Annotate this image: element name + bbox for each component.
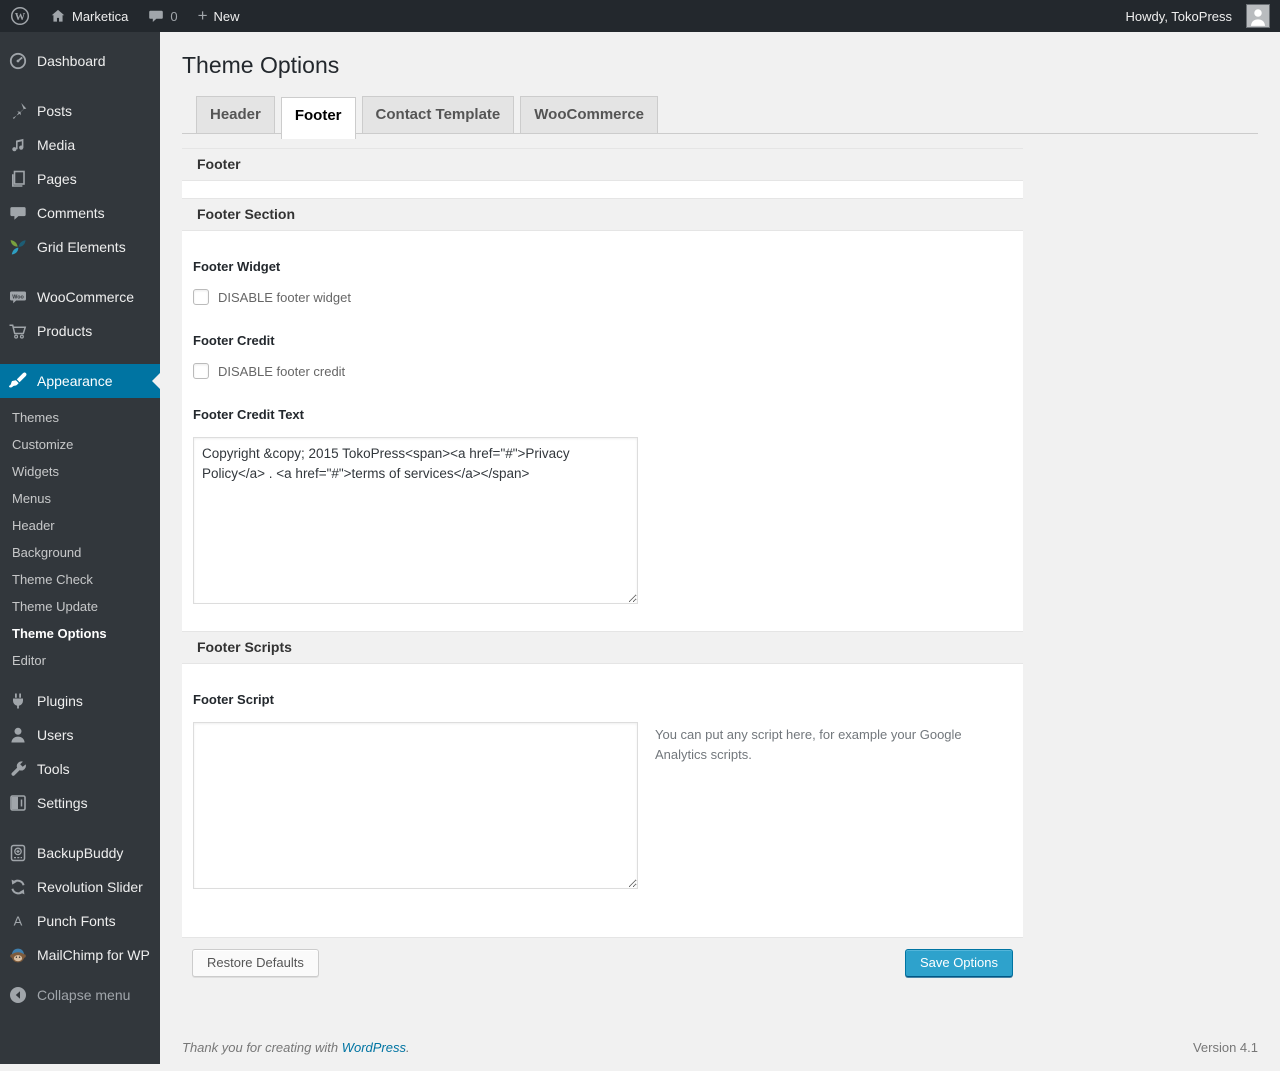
revolution-slider-icon — [8, 877, 28, 897]
sidebar-item-posts[interactable]: Posts — [0, 94, 160, 128]
disable-footer-widget-text: DISABLE footer widget — [218, 289, 351, 305]
mailchimp-icon — [8, 945, 28, 965]
save-options-button[interactable]: Save Options — [904, 949, 1013, 977]
disable-footer-credit-text: DISABLE footer credit — [218, 363, 346, 379]
cart-icon — [8, 321, 28, 341]
sidebar-item-media[interactable]: Media — [0, 128, 160, 162]
svg-text:Woo: Woo — [12, 294, 24, 300]
sidebar-item-comments[interactable]: Comments — [0, 196, 160, 230]
wp-logo-menu[interactable]: W — [0, 0, 40, 32]
svg-text:W: W — [15, 12, 26, 23]
sidebar-item-tools[interactable]: Tools — [0, 752, 160, 786]
restore-defaults-button[interactable]: Restore Defaults — [192, 949, 319, 977]
appearance-submenu: Themes Customize Widgets Menus Header Ba… — [0, 398, 160, 684]
howdy-label: Howdy, TokoPress — [1125, 8, 1232, 24]
sidebar-item-grid-elements[interactable]: Grid Elements — [0, 230, 160, 264]
collapse-icon — [8, 985, 28, 1005]
sidebar-item-woocommerce[interactable]: Woo WooCommerce — [0, 280, 160, 314]
disable-footer-credit-checkbox[interactable] — [193, 363, 209, 379]
comments-menu[interactable]: 0 — [138, 0, 187, 32]
panel-header-footer: Footer — [182, 148, 1023, 181]
panel-footer-bar: Restore Defaults Save Options — [182, 937, 1023, 988]
footer-widget-label: Footer Widget — [193, 259, 281, 274]
avatar — [1246, 4, 1270, 28]
submenu-menus[interactable]: Menus — [0, 485, 160, 512]
new-content-menu[interactable]: + New — [188, 0, 250, 32]
sidebar-item-collapse-menu[interactable]: Collapse menu — [0, 978, 160, 1012]
footer-credit-label: Footer Credit — [193, 333, 275, 348]
punch-fonts-icon: A — [8, 911, 28, 931]
sidebar-item-products[interactable]: Products — [0, 314, 160, 348]
site-name-menu[interactable]: Marketica — [40, 0, 138, 32]
pages-icon — [8, 169, 28, 189]
my-account-menu[interactable]: Howdy, TokoPress — [1116, 0, 1280, 32]
site-name-label: Marketica — [72, 8, 129, 24]
svg-text:A: A — [14, 914, 23, 929]
thank-you-text: Thank you for creating with WordPress. — [182, 1040, 410, 1055]
sidebar-item-settings[interactable]: Settings — [0, 786, 160, 820]
grid-elements-icon — [8, 237, 28, 257]
disable-footer-widget-row[interactable]: DISABLE footer widget — [193, 289, 351, 305]
submenu-theme-options[interactable]: Theme Options — [0, 620, 160, 647]
sidebar-item-appearance[interactable]: Appearance — [0, 364, 160, 398]
submenu-header[interactable]: Header — [0, 512, 160, 539]
sidebar-item-users[interactable]: Users — [0, 718, 160, 752]
version-label: Version 4.1 — [1192, 1040, 1258, 1055]
sidebar-item-dashboard[interactable]: Dashboard — [0, 44, 160, 78]
woocommerce-icon: Woo — [8, 287, 28, 307]
disable-footer-widget-checkbox[interactable] — [193, 289, 209, 305]
theme-options-panel: Footer Footer Section Footer Widget DISA… — [182, 148, 1023, 988]
admin-bar: W Marketica 0 + New Howdy, TokoPress — [0, 0, 1280, 32]
tab-header[interactable]: Header — [196, 96, 275, 133]
tab-footer[interactable]: Footer — [280, 97, 356, 139]
disable-footer-credit-row[interactable]: DISABLE footer credit — [193, 363, 345, 379]
submenu-widgets[interactable]: Widgets — [0, 458, 160, 485]
submenu-customize[interactable]: Customize — [0, 431, 160, 458]
submenu-editor[interactable]: Editor — [0, 647, 160, 674]
new-label: New — [213, 8, 240, 24]
plugin-icon — [8, 691, 28, 711]
comment-count: 0 — [170, 8, 178, 24]
plus-icon: + — [197, 5, 208, 25]
wordpress-link[interactable]: WordPress — [342, 1040, 406, 1055]
home-icon — [50, 8, 66, 24]
settings-icon — [8, 793, 28, 813]
comment-bubble-icon — [148, 8, 164, 24]
pushpin-icon — [8, 101, 28, 121]
submenu-background[interactable]: Background — [0, 539, 160, 566]
admin-sidebar: Dashboard Posts Media Pages Comments Gri… — [0, 32, 160, 1064]
tab-woocommerce[interactable]: WooCommerce — [520, 96, 659, 133]
footer-script-textarea[interactable] — [193, 722, 638, 889]
tab-contact-template[interactable]: Contact Template — [361, 96, 515, 133]
dashboard-icon — [8, 51, 28, 71]
wrench-icon — [8, 759, 28, 779]
footer-credit-text-label: Footer Credit Text — [193, 407, 304, 422]
page-title: Theme Options — [182, 52, 340, 78]
sidebar-item-backupbuddy[interactable]: BackupBuddy — [0, 836, 160, 870]
backupbuddy-icon — [8, 843, 28, 863]
sidebar-item-plugins[interactable]: Plugins — [0, 684, 160, 718]
submenu-themes[interactable]: Themes — [0, 404, 160, 431]
footer-script-description: You can put any script here, for example… — [655, 727, 962, 763]
section-header-footer-scripts: Footer Scripts — [182, 631, 1023, 664]
submenu-theme-check[interactable]: Theme Check — [0, 566, 160, 593]
footer-credit-text-textarea[interactable]: Copyright &copy; 2015 TokoPress<span><a … — [193, 437, 638, 604]
media-icon — [8, 135, 28, 155]
sidebar-item-pages[interactable]: Pages — [0, 162, 160, 196]
submenu-theme-update[interactable]: Theme Update — [0, 593, 160, 620]
wordpress-logo-icon: W — [10, 6, 30, 26]
page-footer: Thank you for creating with WordPress. V… — [182, 1040, 1258, 1071]
comments-icon — [8, 203, 28, 223]
section-header-footer-section: Footer Section — [182, 198, 1023, 231]
tab-bar: Header Footer Contact Template WooCommer… — [182, 96, 1258, 139]
sidebar-item-punch-fonts[interactable]: A Punch Fonts — [0, 904, 160, 938]
appearance-brush-icon — [8, 371, 28, 391]
user-icon — [8, 725, 28, 745]
footer-script-label: Footer Script — [193, 692, 274, 707]
sidebar-item-revolution-slider[interactable]: Revolution Slider — [0, 870, 160, 904]
sidebar-item-mailchimp[interactable]: MailChimp for WP — [0, 938, 160, 972]
main-content: Theme Options Header Footer Contact Temp… — [160, 0, 1280, 1071]
